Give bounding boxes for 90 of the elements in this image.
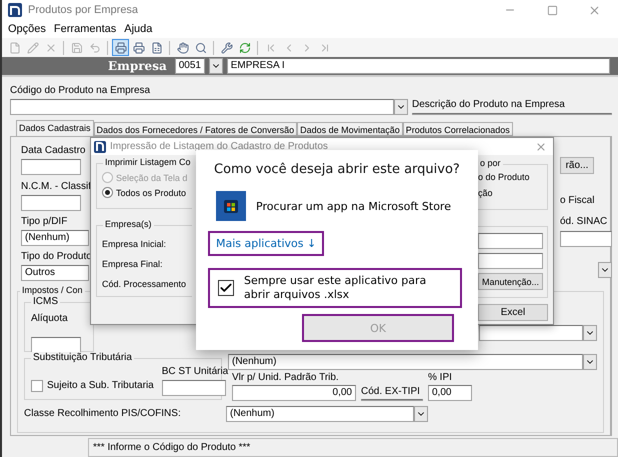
option-label: ção xyxy=(478,187,494,199)
printer-icon xyxy=(132,42,144,54)
field-label: N.C.M. - Classif xyxy=(21,181,92,193)
group-title: o por xyxy=(478,158,503,168)
maximize-icon[interactable] xyxy=(546,4,558,16)
group-title: Imprimir Listagem Co xyxy=(103,157,193,167)
printer-icon xyxy=(114,42,126,54)
number-field[interactable]: 0,00 xyxy=(232,385,356,401)
dialog-title: Como você deseja abrir este arquivo? xyxy=(214,162,461,177)
close-icon xyxy=(44,42,56,54)
checkbox-label: Sempre usar este aplicativo para abrir arquivos .xlsx xyxy=(244,274,428,302)
field-label: BC ST Unitária xyxy=(162,366,228,378)
date-field[interactable] xyxy=(21,159,81,175)
company-end-field[interactable] xyxy=(478,253,543,269)
close-button[interactable] xyxy=(535,140,547,152)
company-start-field[interactable] xyxy=(478,233,543,249)
radio-label: Todos os Produto xyxy=(116,188,186,198)
store-option[interactable]: Procurar um app na Microsoft Store xyxy=(256,200,451,212)
field-label: Vlr p/ Unid. Padrão Trib. xyxy=(232,372,340,384)
dropdown-button[interactable] xyxy=(583,325,597,341)
tab[interactable]: Dados Cadastrais xyxy=(16,120,94,136)
field-label: Classe Recolhimento PIS/COFINS: xyxy=(24,408,182,420)
radio-button[interactable] xyxy=(102,187,113,198)
dropdown-field[interactable] xyxy=(479,325,583,341)
rate-field[interactable] xyxy=(31,337,81,353)
field-label: Empresa Inicial: xyxy=(102,238,168,250)
group-title: Impostos / Con xyxy=(20,285,85,295)
toolbar-button[interactable] xyxy=(112,39,129,56)
dropdown-field[interactable]: (Nenhum) xyxy=(21,230,89,246)
dropdown-field[interactable]: (Nenhum) xyxy=(226,406,414,422)
option-label: o do Produto xyxy=(478,171,531,183)
field-label: o Fiscal xyxy=(560,195,596,207)
bc-st-field[interactable] xyxy=(162,380,226,396)
menu-item[interactable]: Ajuda xyxy=(124,23,152,36)
group-title: Substituição Tributária xyxy=(31,352,134,363)
refresh-icon xyxy=(238,42,250,54)
radio-label: Seleção da Tela d xyxy=(116,172,188,182)
close-icon[interactable] xyxy=(588,4,600,17)
dropdown-field[interactable]: Outros xyxy=(21,265,89,281)
ncm-field[interactable] xyxy=(21,195,81,211)
dropdown-button[interactable] xyxy=(208,58,223,74)
spreadsheet-icon xyxy=(150,42,162,54)
number-field[interactable]: 0,00 xyxy=(428,385,472,401)
field-label: % IPI xyxy=(428,372,453,384)
store-app-icon xyxy=(216,191,246,221)
tab[interactable]: Produtos Correlacionados xyxy=(402,122,513,136)
field-label: Cód. Processamento xyxy=(102,278,188,290)
field-label: Tipo p/DIF xyxy=(21,216,68,228)
save-icon xyxy=(70,42,82,54)
tab[interactable]: Dados dos Fornecedores / Fatores de Conversão xyxy=(94,122,298,136)
undo-icon xyxy=(88,42,100,54)
field-label: Data Cadastro xyxy=(21,145,86,157)
search-icon xyxy=(194,42,206,54)
dialog-title: Impressão de Listagem do Cadastro de Produtos xyxy=(110,141,329,152)
checkbox-label: Sujeito a Sub. Tributaria xyxy=(47,380,154,392)
sinac-field[interactable] xyxy=(560,231,612,247)
hand-icon xyxy=(176,42,188,54)
company-code-field[interactable]: 0051 xyxy=(174,58,205,74)
checkbox[interactable] xyxy=(31,380,43,392)
product-code-field[interactable] xyxy=(10,99,394,115)
field-label: Cód. EX-TIPI xyxy=(361,386,421,398)
new-file-icon xyxy=(8,42,20,54)
pencil-icon xyxy=(26,42,38,54)
company-name-field[interactable]: EMPRESA I xyxy=(226,58,610,74)
dropdown-field[interactable]: (Nenhum) xyxy=(228,354,583,370)
tab[interactable]: Dados de Movimentação xyxy=(297,122,403,136)
field-label: Alíquota xyxy=(31,313,68,324)
status-message: *** Informe o Código do Produto *** xyxy=(88,438,618,457)
app-logo-icon xyxy=(8,3,22,18)
maintenance-button[interactable]: Manutenção... xyxy=(478,273,543,290)
more-apps-link[interactable]: Mais aplicativos ↓ xyxy=(208,231,324,256)
wrench-icon xyxy=(220,42,232,54)
field-label: Empresa Final: xyxy=(102,258,164,270)
menu-item[interactable]: Ferramentas xyxy=(54,23,116,36)
excel-button[interactable]: Excel xyxy=(478,304,548,321)
dropdown-button[interactable] xyxy=(598,262,612,278)
field-label: ód. SINAC xyxy=(560,216,608,228)
app-logo-icon xyxy=(94,140,106,152)
window-title: Produtos por Empresa xyxy=(28,4,140,16)
dropdown-button[interactable] xyxy=(394,99,408,115)
dropdown-button[interactable] xyxy=(414,406,428,422)
field-label: Descrição do Produto na Empresa xyxy=(412,99,566,111)
group-title: ICMS xyxy=(31,296,60,307)
button[interactable]: rão... xyxy=(560,157,594,174)
checkbox[interactable] xyxy=(218,280,234,296)
field-label: Código do Produto na Empresa xyxy=(10,85,152,97)
menu-item[interactable]: Opções xyxy=(8,23,46,36)
company-label: Empresa xyxy=(108,59,167,73)
dropdown-button[interactable] xyxy=(583,354,597,370)
group-title: Empresa(s) xyxy=(103,219,154,229)
